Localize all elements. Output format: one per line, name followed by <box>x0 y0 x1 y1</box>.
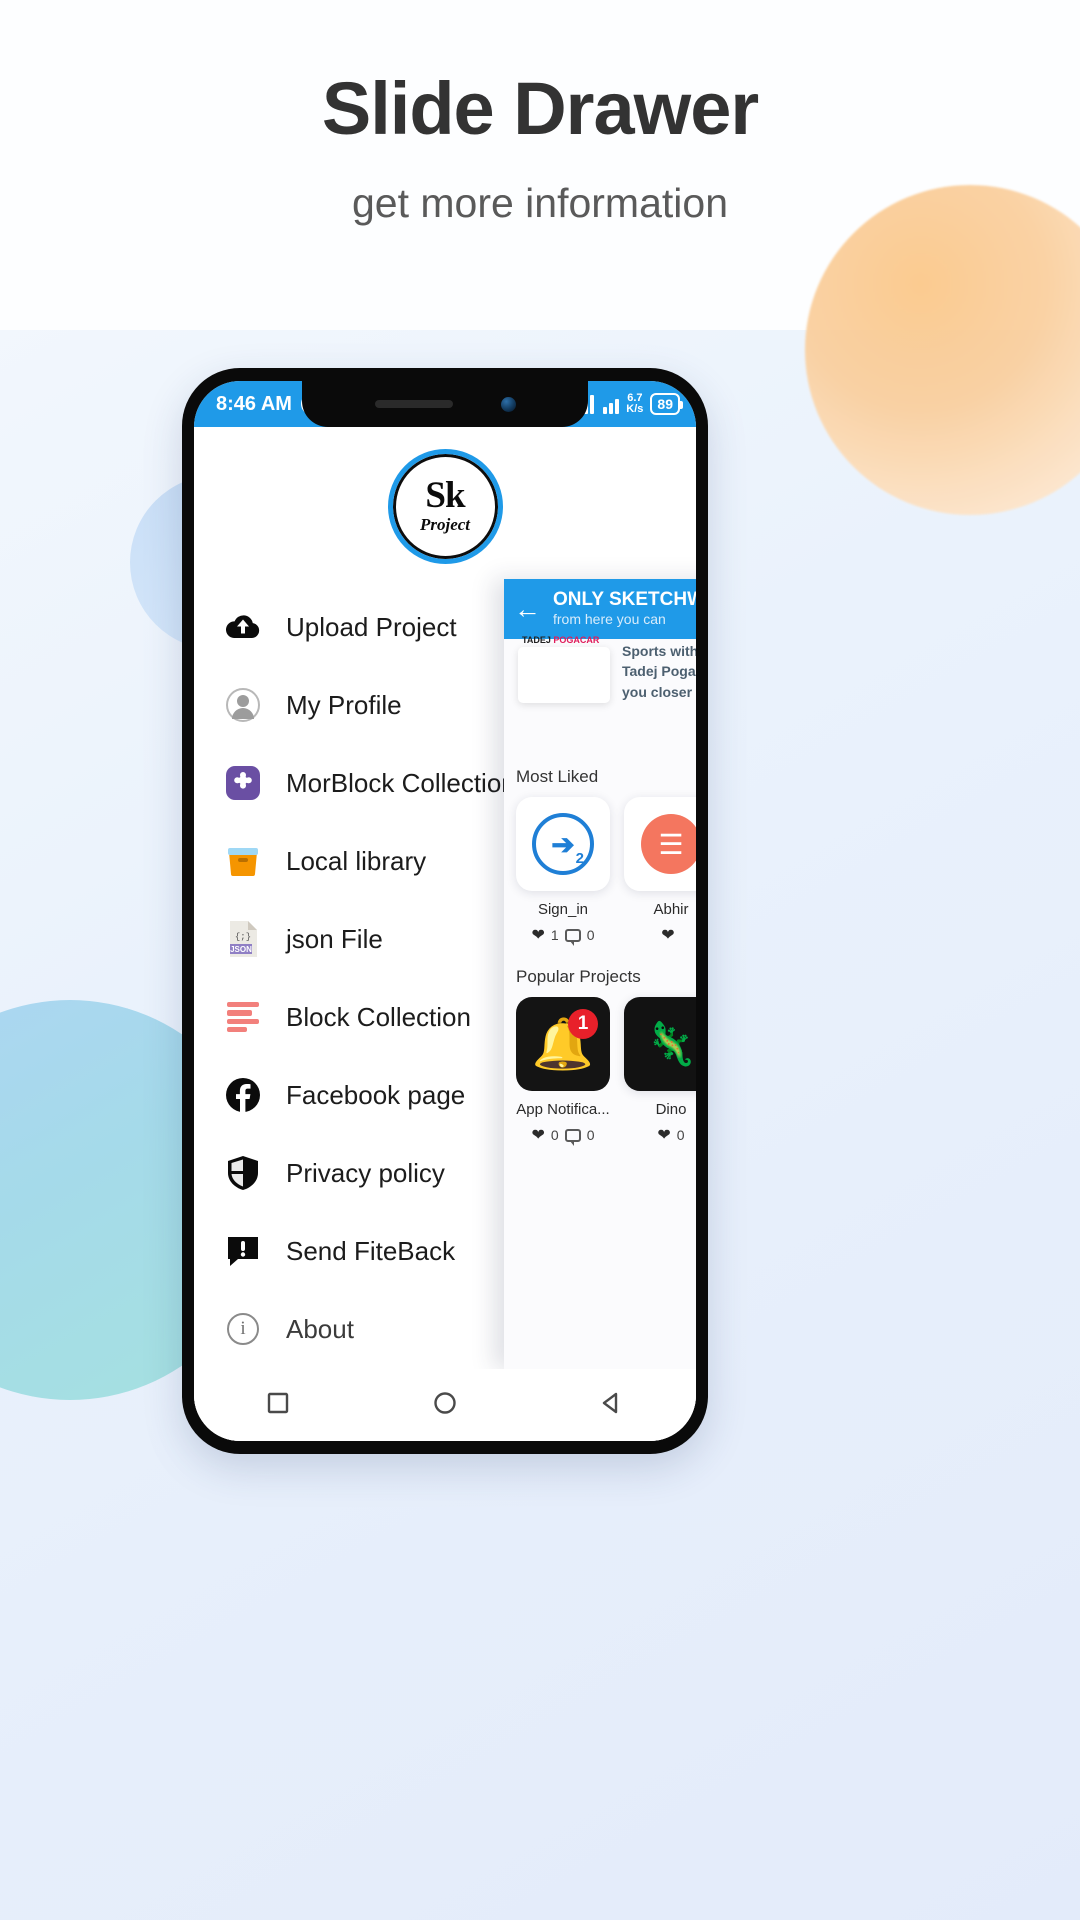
menu-item-label: json File <box>286 923 383 954</box>
project-thumbnail: 🦎 <box>624 997 696 1091</box>
heart-icon: ❤ <box>661 927 675 944</box>
menu-item-label: Facebook page <box>286 1079 466 1110</box>
preview-app-bar: ← ONLY SKETCHWARE from here you can <box>504 579 696 639</box>
network-speed-indicator: 6.7 K/s <box>626 393 643 415</box>
project-name: App Notifica... <box>516 1101 610 1118</box>
preview-titles: ONLY SKETCHWARE from here you can <box>553 589 696 629</box>
page-subtitle: get more information <box>351 179 728 226</box>
menu-item-label: About <box>286 1313 354 1344</box>
section-title-popular-projects: Popular Projects <box>516 967 641 986</box>
recents-button[interactable] <box>265 1390 291 1421</box>
menu-item-label: Privacy policy <box>286 1157 445 1188</box>
document-icon: ☰ <box>641 814 696 874</box>
preview-title: ONLY SKETCHWARE <box>553 588 696 610</box>
svg-text:{;}: {;} <box>235 932 251 942</box>
comment-count: 0 <box>586 1127 595 1143</box>
project-thumbnail: 🔔 1 <box>516 997 610 1091</box>
app-logo: Sk Project <box>387 449 503 564</box>
logo-secondary-text: Project <box>419 515 471 535</box>
rider-caption: TADEJ POGACAR <box>522 635 599 645</box>
project-card[interactable]: ➔ 2 Sign_in ❤ 1 0 <box>516 797 610 946</box>
signal-strength-secondary-icon <box>603 395 620 414</box>
comment-count: 0 <box>586 927 595 943</box>
rider-name: POGACAR <box>553 635 600 645</box>
menu-item-label: Local library <box>286 845 427 876</box>
back-arrow-icon[interactable]: ← <box>514 595 541 623</box>
comment-icon <box>564 1128 581 1146</box>
phone-mockup: 8:46 AM 8 6.7 K/s 89 Sk <box>182 368 708 1454</box>
project-stats: ❤ 1 0 <box>516 925 610 946</box>
drawer-header: Sk Project <box>194 427 696 564</box>
most-liked-card-list: ➔ 2 Sign_in ❤ 1 0 ☰ Abhir ❤ <box>504 797 696 946</box>
heart-icon: ❤ <box>531 1127 545 1144</box>
signin-icon: ➔ 2 <box>532 813 594 875</box>
network-speed-unit: K/s <box>626 403 644 415</box>
android-navigation-bar <box>194 1369 696 1441</box>
info-icon: i <box>224 1310 262 1348</box>
like-count: 0 <box>676 1127 685 1143</box>
menu-item-label: MorBlock Collection <box>286 767 516 798</box>
cloud-upload-icon <box>224 608 262 646</box>
like-count: 0 <box>550 1127 559 1143</box>
menu-item-label: Upload Project <box>286 611 457 642</box>
project-card[interactable]: ☰ Abhir ❤ <box>624 797 696 945</box>
dinosaur-icon: 🦎 <box>644 1019 696 1067</box>
heart-icon: ❤ <box>531 927 545 944</box>
comment-icon <box>564 928 581 946</box>
revealed-app-panel: ← ONLY SKETCHWARE from here you can TADE… <box>504 579 696 1369</box>
earpiece-speaker <box>374 400 453 408</box>
project-name: Sign_in <box>537 901 589 918</box>
heart-icon: ❤ <box>657 1127 671 1144</box>
front-camera <box>500 396 516 412</box>
box-icon <box>224 842 262 880</box>
page-header: Slide Drawer get more information <box>0 0 1080 227</box>
section-title-most-liked: Most Liked <box>516 767 599 786</box>
status-bar-right: 6.7 K/s 89 <box>572 393 683 415</box>
rider-prefix: TADEJ <box>522 635 551 645</box>
promo-banner[interactable]: TADEJ POGACAR Sports with Tadej Poga you… <box>504 635 696 759</box>
home-button[interactable] <box>432 1390 458 1421</box>
banner-headline: Sports with Tadej Poga you closer <box>622 643 696 700</box>
feedback-icon <box>224 1232 262 1270</box>
battery-indicator: 89 <box>650 393 683 415</box>
status-time: 8:46 AM <box>216 392 292 415</box>
phone-screen: 8:46 AM 8 6.7 K/s 89 Sk <box>194 381 696 1441</box>
project-name: Abhir <box>653 901 689 918</box>
shield-icon <box>224 1154 262 1192</box>
like-count: 1 <box>550 927 559 943</box>
phone-notch <box>302 381 588 427</box>
facebook-icon <box>224 1076 262 1114</box>
popular-projects-card-list: 🔔 1 App Notifica... ❤ 0 0 🦎 Dino ❤ 0 <box>504 997 696 1146</box>
project-stats: ❤ 0 0 <box>516 1125 610 1146</box>
back-button[interactable] <box>599 1390 625 1421</box>
blocks-icon <box>224 998 262 1036</box>
project-name: Dino <box>655 1101 687 1118</box>
svg-text:JSON: JSON <box>230 945 252 954</box>
banner-thumbnail <box>518 647 610 703</box>
json-file-icon: {;} JSON <box>224 920 262 958</box>
project-stats: ❤ 0 <box>624 1125 696 1145</box>
puzzle-icon <box>224 764 262 802</box>
notification-badge: 1 <box>568 1009 598 1039</box>
project-card[interactable]: 🔔 1 App Notifica... ❤ 0 0 <box>516 997 610 1146</box>
status-bar: 8:46 AM 8 6.7 K/s 89 <box>194 381 696 427</box>
project-stats: ❤ <box>624 925 696 945</box>
project-card[interactable]: 🦎 Dino ❤ 0 <box>624 997 696 1145</box>
page-title: Slide Drawer <box>321 67 759 150</box>
profile-icon <box>224 686 262 724</box>
menu-item-label: Block Collection <box>286 1001 471 1032</box>
logo-primary-text: Sk <box>425 474 465 516</box>
project-thumbnail: ☰ <box>624 797 696 891</box>
navigation-drawer: Sk Project Upload Project My Profile Mor… <box>194 427 696 1441</box>
menu-item-label: Send FiteBack <box>286 1235 456 1266</box>
preview-subtitle: from here you can <box>553 610 666 627</box>
project-thumbnail: ➔ 2 <box>516 797 610 891</box>
menu-item-label: My Profile <box>286 689 402 720</box>
